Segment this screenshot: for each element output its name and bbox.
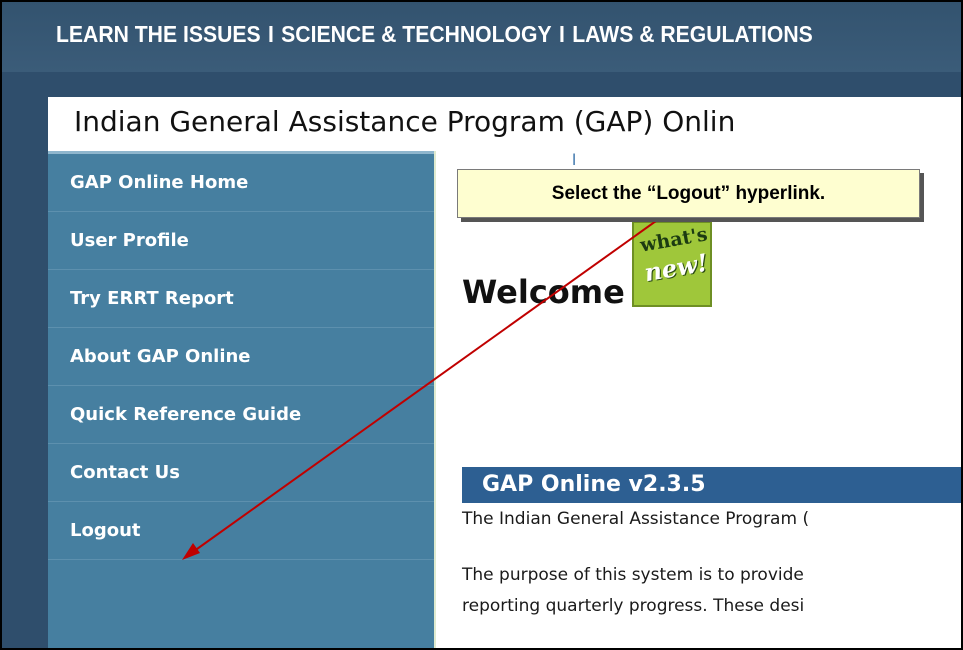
title-bar: Indian General Assistance Program (GAP) … <box>48 97 961 151</box>
nav-link-learn-the-issues[interactable]: LEARN THE ISSUES <box>56 21 261 47</box>
sidebar-item-try-errt-report[interactable]: Try ERRT Report <box>48 270 434 328</box>
version-heading-bar: GAP Online v2.3.5 <box>462 467 961 503</box>
main-content: Welcome aieo what's new! GAP Online v2.3… <box>434 151 961 648</box>
page-title: Indian General Assistance Program (GAP) … <box>74 105 736 138</box>
sidebar-item-label[interactable]: GAP Online Home <box>70 172 248 193</box>
version-heading: GAP Online v2.3.5 <box>482 472 706 497</box>
sidebar-item-label[interactable]: Contact Us <box>70 462 180 483</box>
logout-link[interactable]: Logout <box>70 520 141 541</box>
sidebar-item-label[interactable]: Try ERRT Report <box>70 288 234 309</box>
intro-text: The Indian General Assistance Program ( <box>462 509 810 529</box>
nav-separator: I <box>558 21 565 47</box>
sidebar-item-about-gap-online[interactable]: About GAP Online <box>48 328 434 386</box>
purpose-text-line: The purpose of this system is to provide <box>462 565 804 585</box>
nav-link-laws-regulations[interactable]: LAWS & REGULATIONS <box>572 21 813 47</box>
tutorial-callout: Select the “Logout” hyperlink. <box>457 169 920 218</box>
top-navigation-links: LEARN THE ISSUES I SCIENCE & TECHNOLOGY I LA… <box>56 21 813 48</box>
top-navigation-bar: LEARN THE ISSUES I SCIENCE & TECHNOLOGY I LA… <box>2 2 961 72</box>
sidebar-item-quick-reference-guide[interactable]: Quick Reference Guide <box>48 386 434 444</box>
sidebar-menu: GAP Online Home User Profile Try ERRT Re… <box>48 151 434 648</box>
screenshot-frame: LEARN THE ISSUES I SCIENCE & TECHNOLOGY I LA… <box>0 0 963 650</box>
sidebar-item-user-profile[interactable]: User Profile <box>48 212 434 270</box>
whats-new-badge[interactable]: what's new! <box>632 221 712 307</box>
nav-separator: I <box>267 21 274 47</box>
sidebar-item-logout[interactable]: Logout <box>48 502 434 560</box>
sidebar-item-label[interactable]: User Profile <box>70 230 189 251</box>
callout-text: Select the “Logout” hyperlink. <box>551 183 826 204</box>
partial-link-text[interactable]: l <box>572 151 576 169</box>
nav-link-science-technology[interactable]: SCIENCE & TECHNOLOGY <box>281 21 551 47</box>
sidebar-item-label[interactable]: About GAP Online <box>70 346 251 367</box>
sidebar-item-label[interactable]: Quick Reference Guide <box>70 404 301 425</box>
sidebar-item-gap-online-home[interactable]: GAP Online Home <box>48 154 434 212</box>
purpose-text-line: reporting quarterly progress. These desi <box>462 596 805 616</box>
sidebar-item-contact-us[interactable]: Contact Us <box>48 444 434 502</box>
